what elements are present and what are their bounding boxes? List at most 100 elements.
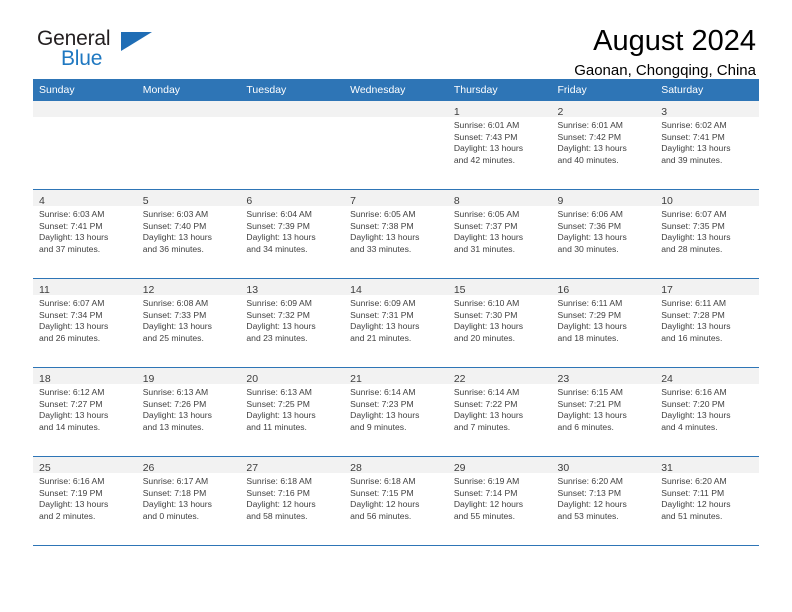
sunrise-text: Sunrise: 6:07 AM [661,209,727,219]
sunrise-text: Sunrise: 6:11 AM [661,298,727,308]
day-cell[interactable]: 29 Sunrise: 6:19 AM Sunset: 7:14 PM Dayligh… [447,457,552,545]
sunset-text: Sunset: 7:35 PM [661,220,725,231]
calendar-cell[interactable]: 30 Sunrise: 6:20 AM Sunset: 7:13 PM Dayligh… [551,456,656,546]
day-number: 14 [350,284,362,296]
day-cell[interactable] [344,101,448,189]
calendar-cell[interactable]: 22 Sunrise: 6:14 AM Sunset: 7:22 PM Dayligh… [447,367,552,457]
daylight-text-line2: and 53 minutes. [557,510,619,521]
general-blue-logo[interactable]: General Blue [37,28,157,74]
day-cell[interactable]: 2 Sunrise: 6:01 AM Sunset: 7:42 PM Daylight… [551,101,656,189]
day-cell[interactable]: 8 Sunrise: 6:05 AM Sunset: 7:37 PM Daylight… [447,190,552,278]
calendar-cell[interactable]: 1 Sunrise: 6:01 AM Sunset: 7:43 PM Daylight… [447,101,552,190]
day-cell[interactable] [136,101,241,189]
calendar-cell[interactable]: 7 Sunrise: 6:05 AM Sunset: 7:38 PM Daylight… [344,189,448,279]
day-details: Sunrise: 6:02 AM Sunset: 7:41 PM Daylight:… [655,117,759,166]
calendar-cell[interactable] [136,101,241,190]
sunset-text: Sunset: 7:13 PM [557,487,622,498]
calendar-cell[interactable]: 11 Sunrise: 6:07 AM Sunset: 7:34 PM Dayligh… [33,278,137,368]
calendar-cell[interactable]: 14 Sunrise: 6:09 AM Sunset: 7:31 PM Dayligh… [344,278,448,368]
day-cell[interactable]: 20 Sunrise: 6:13 AM Sunset: 7:25 PM Dayligh… [240,368,345,456]
day-number: 4 [39,195,45,207]
sunrise-text: Sunrise: 6:02 AM [661,120,727,130]
day-cell[interactable]: 16 Sunrise: 6:11 AM Sunset: 7:29 PM Dayligh… [551,279,656,367]
day-cell[interactable]: 13 Sunrise: 6:09 AM Sunset: 7:32 PM Dayligh… [240,279,345,367]
calendar-grid: Sunday Monday Tuesday Wednesday Thursday Frid… [33,79,759,546]
day-cell[interactable]: 15 Sunrise: 6:10 AM Sunset: 7:30 PM Dayligh… [447,279,552,367]
daylight-text-line1: Daylight: 13 hours [246,321,316,332]
calendar-cell[interactable]: 18 Sunrise: 6:12 AM Sunset: 7:27 PM Dayligh… [33,367,137,457]
day-cell[interactable]: 18 Sunrise: 6:12 AM Sunset: 7:27 PM Dayligh… [33,368,137,456]
day-number: 27 [246,462,259,474]
day-number-band: 31 [655,457,759,474]
day-cell[interactable]: 26 Sunrise: 6:17 AM Sunset: 7:18 PM Dayligh… [136,457,241,545]
calendar-cell[interactable] [240,101,345,190]
day-cell[interactable]: 6 Sunrise: 6:04 AM Sunset: 7:39 PM Daylight… [240,190,345,278]
sunset-text: Sunset: 7:25 PM [246,398,310,409]
day-cell[interactable]: 1 Sunrise: 6:01 AM Sunset: 7:43 PM Daylight… [447,101,552,189]
calendar-cell[interactable]: 28 Sunrise: 6:18 AM Sunset: 7:15 PM Dayligh… [344,456,448,546]
day-cell[interactable]: 17 Sunrise: 6:11 AM Sunset: 7:28 PM Dayligh… [655,279,759,367]
calendar-cell[interactable]: 16 Sunrise: 6:11 AM Sunset: 7:29 PM Dayligh… [551,278,656,368]
day-cell[interactable]: 27 Sunrise: 6:18 AM Sunset: 7:16 PM Dayligh… [240,457,345,545]
sunrise-text: Sunrise: 6:18 AM [246,476,312,486]
calendar-cell[interactable]: 4 Sunrise: 6:03 AM Sunset: 7:41 PM Daylight… [33,189,137,279]
calendar-cell[interactable]: 31 Sunrise: 6:20 AM Sunset: 7:11 PM Dayligh… [655,456,759,546]
calendar-cell[interactable]: 10 Sunrise: 6:07 AM Sunset: 7:35 PM Dayligh… [655,189,759,279]
day-cell[interactable]: 14 Sunrise: 6:09 AM Sunset: 7:31 PM Dayligh… [344,279,448,367]
calendar-cell[interactable]: 12 Sunrise: 6:08 AM Sunset: 7:33 PM Dayligh… [136,278,241,368]
calendar-cell[interactable]: 13 Sunrise: 6:09 AM Sunset: 7:32 PM Dayligh… [240,278,345,368]
sunset-text: Sunset: 7:38 PM [350,220,414,231]
calendar-cell[interactable]: 26 Sunrise: 6:17 AM Sunset: 7:18 PM Dayligh… [136,456,241,546]
calendar-cell[interactable]: 23 Sunrise: 6:15 AM Sunset: 7:21 PM Dayligh… [551,367,656,457]
day-cell[interactable] [33,101,137,189]
calendar-cell[interactable]: 9 Sunrise: 6:06 AM Sunset: 7:36 PM Daylight… [551,189,656,279]
calendar-cell[interactable]: 6 Sunrise: 6:04 AM Sunset: 7:39 PM Daylight… [240,189,345,279]
calendar-cell[interactable]: 25 Sunrise: 6:16 AM Sunset: 7:19 PM Dayligh… [33,456,137,546]
day-cell[interactable]: 31 Sunrise: 6:20 AM Sunset: 7:11 PM Dayligh… [655,457,759,545]
daylight-text-line1: Daylight: 13 hours [453,143,524,154]
calendar-cell[interactable]: 29 Sunrise: 6:19 AM Sunset: 7:14 PM Dayligh… [447,456,552,546]
calendar-cell[interactable]: 21 Sunrise: 6:14 AM Sunset: 7:23 PM Dayligh… [344,367,448,457]
day-cell[interactable]: 5 Sunrise: 6:03 AM Sunset: 7:40 PM Daylight… [136,190,241,278]
calendar-cell[interactable] [344,101,448,190]
calendar-cell[interactable] [33,101,137,190]
day-cell[interactable]: 24 Sunrise: 6:16 AM Sunset: 7:20 PM Dayligh… [655,368,759,456]
day-cell[interactable]: 23 Sunrise: 6:15 AM Sunset: 7:21 PM Dayligh… [551,368,656,456]
day-cell[interactable]: 4 Sunrise: 6:03 AM Sunset: 7:41 PM Daylight… [33,190,137,278]
calendar-cell[interactable]: 19 Sunrise: 6:13 AM Sunset: 7:26 PM Dayligh… [136,367,241,457]
calendar-cell[interactable]: 20 Sunrise: 6:13 AM Sunset: 7:25 PM Dayligh… [240,367,345,457]
calendar-cell[interactable]: 15 Sunrise: 6:10 AM Sunset: 7:30 PM Dayligh… [447,278,552,368]
sunset-text: Sunset: 7:34 PM [39,309,103,320]
day-cell[interactable]: 21 Sunrise: 6:14 AM Sunset: 7:23 PM Dayligh… [344,368,448,456]
daylight-text-line2: and 30 minutes. [557,243,619,254]
day-cell[interactable]: 7 Sunrise: 6:05 AM Sunset: 7:38 PM Daylight… [344,190,448,278]
calendar-cell[interactable]: 3 Sunrise: 6:02 AM Sunset: 7:41 PM Daylight… [655,101,759,190]
day-cell[interactable]: 22 Sunrise: 6:14 AM Sunset: 7:22 PM Dayligh… [447,368,552,456]
sunrise-text: Sunrise: 6:14 AM [350,387,416,397]
day-cell[interactable] [240,101,345,189]
day-cell[interactable]: 28 Sunrise: 6:18 AM Sunset: 7:15 PM Dayligh… [344,457,448,545]
calendar-cell[interactable]: 5 Sunrise: 6:03 AM Sunset: 7:40 PM Daylight… [136,189,241,279]
calendar-cell[interactable]: 2 Sunrise: 6:01 AM Sunset: 7:42 PM Daylight… [551,101,656,190]
daylight-text-line2: and 16 minutes. [661,332,723,343]
daylight-text-line1: Daylight: 13 hours [39,321,109,332]
daylight-text-line2: and 56 minutes. [350,510,412,521]
day-cell[interactable]: 25 Sunrise: 6:16 AM Sunset: 7:19 PM Dayligh… [33,457,137,545]
daylight-text-line1: Daylight: 12 hours [246,499,316,510]
calendar-cell[interactable]: 17 Sunrise: 6:11 AM Sunset: 7:28 PM Dayligh… [655,278,759,368]
daylight-text-line2: and 0 minutes. [142,510,200,521]
day-cell[interactable]: 9 Sunrise: 6:06 AM Sunset: 7:36 PM Daylight… [551,190,656,278]
calendar-cell[interactable]: 8 Sunrise: 6:05 AM Sunset: 7:37 PM Daylight… [447,189,552,279]
calendar-cell[interactable]: 24 Sunrise: 6:16 AM Sunset: 7:20 PM Dayligh… [655,367,759,457]
day-cell[interactable]: 3 Sunrise: 6:02 AM Sunset: 7:41 PM Daylight… [655,101,759,189]
weekday-header-sunday: Sunday [33,79,137,101]
day-cell[interactable]: 10 Sunrise: 6:07 AM Sunset: 7:35 PM Dayligh… [655,190,759,278]
calendar-week-row: 4 Sunrise: 6:03 AM Sunset: 7:41 PM Daylight… [33,189,759,279]
day-number: 11 [39,284,50,296]
day-cell[interactable]: 30 Sunrise: 6:20 AM Sunset: 7:13 PM Dayligh… [551,457,656,545]
day-cell[interactable]: 19 Sunrise: 6:13 AM Sunset: 7:26 PM Dayligh… [136,368,241,456]
day-cell[interactable]: 12 Sunrise: 6:08 AM Sunset: 7:33 PM Dayligh… [136,279,241,367]
day-cell[interactable]: 11 Sunrise: 6:07 AM Sunset: 7:34 PM Dayligh… [33,279,137,367]
calendar-cell[interactable]: 27 Sunrise: 6:18 AM Sunset: 7:16 PM Dayligh… [240,456,345,546]
weekday-header-thursday: Thursday [447,79,552,101]
